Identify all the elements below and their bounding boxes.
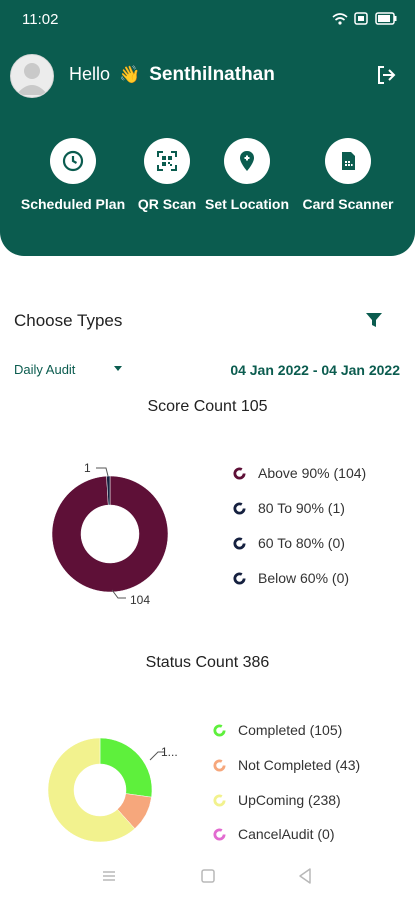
qr-scan-button[interactable]: QR Scan bbox=[133, 138, 201, 212]
status-chart-title: Status Count 386 bbox=[145, 654, 270, 671]
filter-button[interactable] bbox=[365, 312, 383, 333]
chevron-down-icon[interactable] bbox=[114, 366, 122, 371]
filter-icon bbox=[366, 313, 382, 327]
greeting: Hello 👋 Senthilnathan bbox=[69, 64, 275, 86]
battery-icon bbox=[375, 12, 397, 25]
card-scanner-label: Card Scanner bbox=[302, 196, 394, 212]
legend-ring-icon bbox=[213, 758, 226, 772]
location-pin-icon bbox=[224, 138, 270, 184]
legend-label: Not Completed (43) bbox=[238, 757, 361, 773]
greeting-text: Hello bbox=[69, 64, 111, 84]
wifi-icon bbox=[332, 12, 348, 25]
clock-icon bbox=[50, 138, 96, 184]
legend-ring-icon bbox=[233, 501, 246, 515]
legend-ring-icon bbox=[233, 466, 246, 480]
legend-upcoming: UpComing (238) bbox=[213, 792, 341, 808]
user-silhouette-icon bbox=[16, 63, 48, 95]
legend-label: UpComing (238) bbox=[238, 792, 341, 808]
status-bar: 11:02 bbox=[0, 0, 415, 38]
audit-type-dropdown[interactable]: Daily Audit bbox=[14, 362, 75, 377]
user-name: Senthilnathan bbox=[149, 64, 275, 85]
legend-below-60: Below 60% (0) bbox=[233, 570, 349, 586]
choose-types-heading: Choose Types bbox=[14, 311, 123, 330]
score-data-label-104: 104 bbox=[130, 593, 151, 607]
date-range[interactable]: 04 Jan 2022 - 04 Jan 2022 bbox=[230, 362, 400, 378]
score-donut-chart bbox=[51, 467, 169, 599]
set-location-button[interactable]: Set Location bbox=[203, 138, 291, 212]
status-slice-0 bbox=[99, 737, 153, 798]
legend-above-90: Above 90% (104) bbox=[233, 465, 366, 481]
header-panel: 11:02 Hello 👋 Senthilnathan Scheduled Pl… bbox=[0, 0, 415, 256]
status-donut-chart bbox=[47, 737, 164, 843]
legend-ring-icon bbox=[213, 827, 226, 841]
status-time: 11:02 bbox=[22, 11, 59, 28]
card-scanner-button[interactable]: Card Scanner bbox=[297, 138, 399, 212]
status-data-label: 1... bbox=[161, 745, 178, 759]
scheduled-plan-label: Scheduled Plan bbox=[20, 196, 126, 212]
qr-scan-label: QR Scan bbox=[137, 196, 197, 212]
legend-ring-icon bbox=[213, 793, 226, 807]
avatar[interactable] bbox=[10, 54, 54, 98]
legend-label: 80 To 90% (1) bbox=[258, 500, 345, 516]
legend-ring-icon bbox=[233, 536, 246, 550]
legend-label: CancelAudit (0) bbox=[238, 826, 335, 842]
legend-60-80: 60 To 80% (0) bbox=[233, 535, 345, 551]
sim-card-icon bbox=[325, 138, 371, 184]
signal-icon bbox=[354, 12, 369, 25]
logout-icon bbox=[378, 66, 396, 84]
scheduled-plan-button[interactable]: Scheduled Plan bbox=[18, 138, 128, 212]
qr-scan-icon bbox=[144, 138, 190, 184]
legend-ring-icon bbox=[213, 723, 226, 737]
system-nav-bar bbox=[0, 858, 415, 900]
score-leader-line-1 bbox=[96, 467, 109, 477]
set-location-label: Set Location bbox=[204, 196, 289, 212]
menu-icon[interactable] bbox=[101, 868, 117, 884]
legend-80-90: 80 To 90% (1) bbox=[233, 500, 345, 516]
legend-not-completed: Not Completed (43) bbox=[213, 757, 360, 773]
legend-label: Below 60% (0) bbox=[258, 570, 350, 586]
legend-label: Completed (105) bbox=[238, 722, 343, 738]
score-chart-title: Score Count 105 bbox=[147, 398, 268, 415]
legend-label: 60 To 80% (0) bbox=[258, 535, 345, 551]
status-icons bbox=[332, 10, 397, 26]
legend-ring-icon bbox=[233, 571, 246, 585]
legend-completed: Completed (105) bbox=[213, 722, 342, 738]
home-icon[interactable] bbox=[200, 868, 216, 884]
legend-label: Above 90% (104) bbox=[258, 465, 367, 481]
logout-button[interactable] bbox=[375, 64, 397, 91]
score-data-label-1: 1 bbox=[84, 461, 91, 475]
back-icon[interactable] bbox=[297, 867, 313, 885]
legend-cancel-audit: CancelAudit (0) bbox=[213, 826, 335, 842]
wave-emoji: 👋 bbox=[119, 65, 141, 84]
